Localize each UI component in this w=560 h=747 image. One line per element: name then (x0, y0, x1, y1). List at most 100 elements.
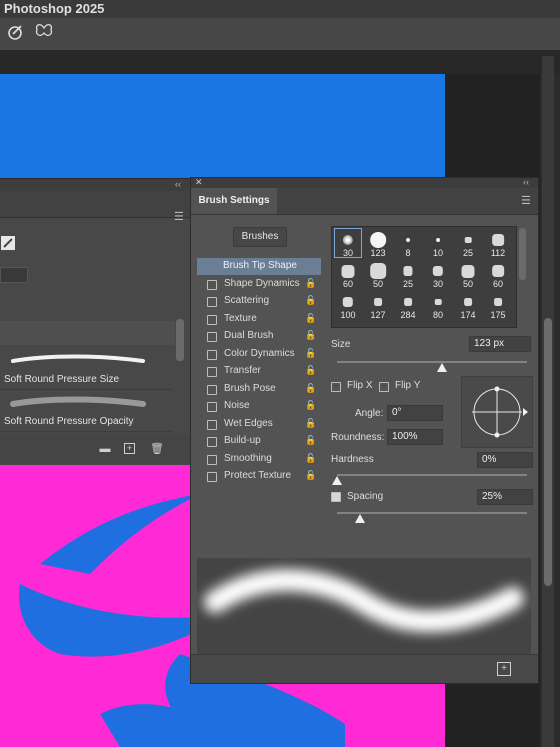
folder-icon[interactable]: ▬ (98, 443, 112, 455)
size-slider-thumb[interactable] (436, 363, 447, 372)
brush-tip-preset[interactable]: 80 (424, 291, 452, 321)
brush-tip-preset[interactable]: 30 (334, 229, 362, 259)
scrollbar-thumb[interactable] (544, 318, 552, 586)
spacing-slider-thumb[interactable] (354, 514, 365, 523)
canvas-area-top[interactable] (0, 74, 445, 184)
hardness-field[interactable]: 0% (477, 452, 533, 468)
option-scattering[interactable]: Scattering 🔓 (197, 293, 321, 310)
option-smoothing[interactable]: Smoothing 🔓 (197, 451, 321, 468)
brush-tip-preset[interactable]: 10 (424, 229, 452, 259)
size-field[interactable]: 123 px (469, 336, 531, 352)
list-item[interactable]: Soft Round Pressure Size (0, 349, 172, 390)
lock-icon[interactable]: 🔓 (305, 313, 316, 323)
brush-tip-preset[interactable]: 50 (364, 260, 392, 290)
lock-icon[interactable]: 🔓 (305, 348, 316, 358)
option-wet-edges[interactable]: Wet Edges 🔓 (197, 416, 321, 433)
lock-icon[interactable]: 🔓 (305, 453, 316, 463)
spacing-field[interactable]: 25% (477, 489, 533, 505)
option-dual-brush[interactable]: Dual Brush 🔓 (197, 328, 321, 345)
hardness-slider-thumb[interactable] (332, 476, 342, 485)
create-new-brush-icon[interactable]: + (497, 662, 511, 676)
brush-tip-size: 174 (460, 310, 476, 320)
flip-y-label: Flip Y (395, 380, 421, 391)
option-checkbox[interactable] (207, 454, 217, 465)
option-build-up[interactable]: Build-up 🔓 (197, 433, 321, 450)
brush-tip-preset[interactable]: 175 (484, 291, 512, 321)
butterfly-icon[interactable] (33, 22, 55, 44)
option-checkbox[interactable] (207, 419, 217, 430)
brush-tip-preset[interactable]: 60 (334, 260, 362, 290)
brushes-button[interactable]: Brushes (233, 227, 287, 247)
option-checkbox[interactable] (207, 349, 217, 360)
brush-tip-preset[interactable]: 127 (364, 291, 392, 321)
roundness-field[interactable]: 100% (387, 429, 443, 445)
brush-group-row[interactable] (0, 321, 175, 345)
brush-tip-preset[interactable]: 174 (454, 291, 482, 321)
option-checkbox[interactable] (207, 437, 217, 447)
option-checkbox[interactable] (207, 402, 217, 412)
panel-header: ✕ ‹‹ (191, 177, 538, 188)
option-checkbox[interactable] (207, 472, 217, 482)
option-checkbox[interactable] (207, 332, 217, 342)
trash-icon[interactable]: 🗑 (150, 443, 164, 455)
brush-tip-preset[interactable]: 30 (424, 260, 452, 290)
lock-icon[interactable]: 🔓 (305, 400, 316, 410)
list-item[interactable]: Soft Round Pressure Opacity (0, 391, 172, 432)
brush-tip-preset[interactable]: 25 (394, 260, 422, 290)
option-checkbox[interactable] (207, 297, 217, 307)
menu-icon[interactable]: ☰ (174, 210, 184, 223)
lock-icon[interactable]: 🔓 (305, 330, 316, 340)
collapse-icon[interactable]: ‹‹ (523, 177, 529, 187)
lock-icon[interactable]: 🔓 (305, 418, 316, 428)
size-slider-track[interactable] (337, 361, 527, 363)
brush-tip-preset[interactable]: 123 (364, 229, 392, 259)
brush-icon[interactable] (0, 235, 16, 251)
option-label: Transfer (224, 365, 261, 376)
brush-tip-preset[interactable]: 50 (454, 260, 482, 290)
lock-icon[interactable]: 🔓 (305, 470, 316, 480)
tab-brush-settings[interactable]: Brush Settings (191, 188, 277, 214)
angle-field[interactable]: 0° (387, 405, 443, 421)
new-brush-icon[interactable]: + (124, 443, 135, 454)
option-brush-pose[interactable]: Brush Pose 🔓 (197, 381, 321, 398)
lock-icon[interactable]: 🔓 (305, 365, 316, 375)
option-checkbox[interactable] (207, 367, 217, 377)
spacing-slider-track[interactable] (337, 512, 527, 514)
menu-icon[interactable]: ☰ (521, 194, 531, 207)
flip-y-checkbox[interactable] (379, 382, 389, 392)
option-label: Wet Edges (224, 417, 273, 429)
option-noise[interactable]: Noise 🔓 (197, 398, 321, 415)
brush-gesture-icon[interactable] (4, 22, 26, 44)
collapse-icon[interactable]: ‹‹ (175, 179, 181, 189)
option-checkbox[interactable] (207, 384, 217, 395)
brush-size-field[interactable] (0, 267, 28, 283)
option-checkbox[interactable] (207, 279, 217, 290)
brush-tip-shape-icon (494, 298, 502, 306)
lock-icon[interactable]: 🔓 (305, 383, 316, 393)
brush-tip-size: 10 (432, 248, 443, 258)
option-label: Protect Texture (224, 470, 292, 481)
option-shape-dynamics[interactable]: Shape Dynamics 🔓 (197, 276, 321, 293)
close-icon[interactable]: ✕ (195, 177, 203, 188)
tip-grid-scrollbar[interactable] (519, 228, 526, 280)
spacing-checkbox[interactable] (331, 492, 341, 502)
option-checkbox[interactable] (207, 314, 217, 325)
brush-tip-preset[interactable]: 100 (334, 291, 362, 321)
lock-icon[interactable]: 🔓 (305, 278, 316, 288)
brush-tip-preset[interactable]: 25 (454, 229, 482, 259)
panel-scrollbar[interactable] (176, 319, 184, 361)
lock-icon[interactable]: 🔓 (305, 295, 316, 305)
brush-tip-preset[interactable]: 284 (394, 291, 422, 321)
option-protect-texture[interactable]: Protect Texture 🔓 (197, 468, 321, 485)
brush-tip-preset[interactable]: 60 (484, 260, 512, 290)
flip-x-checkbox[interactable] (331, 382, 341, 392)
brush-tip-preset[interactable]: 112 (484, 229, 512, 259)
option-color-dynamics[interactable]: Color Dynamics 🔓 (197, 346, 321, 363)
option-texture[interactable]: Texture 🔓 (197, 311, 321, 328)
lock-icon[interactable]: 🔓 (305, 435, 316, 445)
option-transfer[interactable]: Transfer 🔓 (197, 363, 321, 380)
hardness-slider-track[interactable] (337, 474, 527, 476)
brush-tip-preset[interactable]: 8 (394, 229, 422, 259)
angle-roundness-widget[interactable] (461, 376, 533, 448)
option-brush-tip-shape[interactable]: Brush Tip Shape (197, 258, 321, 275)
